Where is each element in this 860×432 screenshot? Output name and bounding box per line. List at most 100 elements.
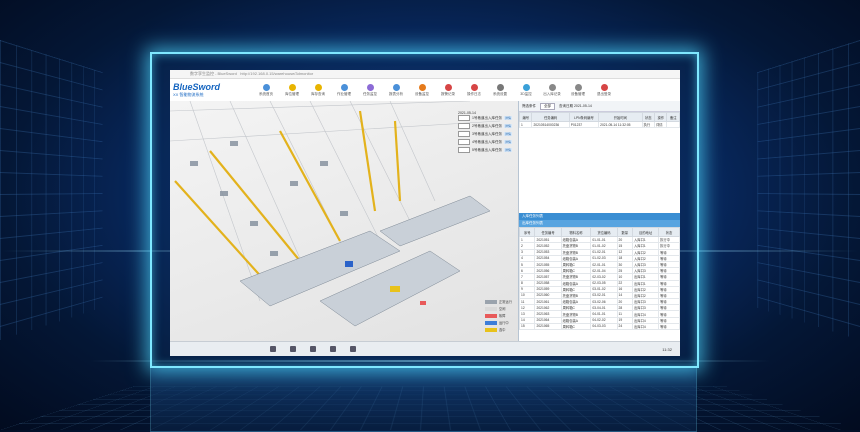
table-cell: 等待 xyxy=(658,322,680,331)
layer-detail-button[interactable]: 详情 xyxy=(503,124,512,128)
table-cell: 2021065 xyxy=(534,322,562,331)
color-legend-item: 选中 xyxy=(484,327,512,332)
column-header[interactable]: 目的地址 xyxy=(631,227,660,238)
task-panel: 筛选条件 全部 查询日期 2021-05-14 编号 任务编码 LPN条码编号 开始时… xyxy=(518,101,680,342)
layer-checkbox[interactable] xyxy=(458,147,471,153)
color-legend-label: 故障 xyxy=(498,314,506,318)
browser-tab[interactable]: 数字孪生监控 - BlueSword xyxy=(190,71,237,76)
nav-item-icon xyxy=(314,83,322,91)
layer-detail-button[interactable]: 详情 xyxy=(503,116,512,120)
column-header[interactable]: 编号 xyxy=(518,112,533,122)
column-header[interactable]: 备注 xyxy=(666,112,680,122)
app-toolbar: BlueSword XX 智能物流系统 系统首页 库位管理 库存查询 作业管理 任务监控… xyxy=(170,79,680,102)
column-header[interactable]: 任务编号 xyxy=(534,227,562,238)
nav-item-label: 库位管理 xyxy=(285,91,299,96)
layer-label: 5号巷道出入库任务 xyxy=(472,147,502,152)
column-header[interactable]: 物料名称 xyxy=(560,227,592,238)
top-task-table: 编号 任务编码 LPN条码编号 开始时间 状态 操作 备注 1 20210514000236 P… xyxy=(518,112,680,129)
layer-item[interactable]: 5号巷道出入库任务 详情 xyxy=(458,147,512,153)
color-legend-label: 空闲 xyxy=(498,307,506,311)
taskbar-clock: 11:32 xyxy=(662,346,672,352)
color-legend-item: 空闲 xyxy=(484,306,512,311)
layer-label: 2号巷道出入库任务 xyxy=(472,123,502,128)
layer-checkbox[interactable] xyxy=(458,139,471,145)
layer-item[interactable]: 3号巷道出入库任务 详情 xyxy=(458,131,512,137)
logo: BlueSword XX 智能物流系统 xyxy=(170,83,253,98)
date-label[interactable]: 查询日期 2021-05-14 xyxy=(559,104,592,109)
table-cell: 04-03-03 xyxy=(590,322,618,331)
browser-url[interactable]: http://192.168.0.15/warehouse/3dmonitor xyxy=(240,71,313,76)
column-header[interactable]: LPN条码编号 xyxy=(568,112,600,122)
layer-checkbox[interactable] xyxy=(458,131,471,137)
column-header[interactable]: 任务编码 xyxy=(531,112,570,122)
column-header[interactable]: 数量 xyxy=(616,227,634,238)
layer-detail-button[interactable]: 详情 xyxy=(503,140,512,144)
color-legend-label: 选中 xyxy=(498,328,506,332)
layer-detail-button[interactable]: 详情 xyxy=(503,132,512,136)
nav-item-icon xyxy=(340,83,348,91)
nav-item[interactable]: 系统设置 xyxy=(487,83,513,97)
nav-item[interactable]: 作业管理 xyxy=(331,83,357,97)
table-cell: 执行 xyxy=(641,120,656,129)
filter-label: 筛选条件 xyxy=(522,103,536,108)
nav-item[interactable]: 设备管理 xyxy=(565,83,591,97)
nav-item-label: 3D监控 xyxy=(520,91,532,96)
nav-item-label: 作业管理 xyxy=(337,91,351,96)
color-swatch xyxy=(484,313,497,318)
nav-item[interactable]: 库位管理 xyxy=(279,83,305,97)
nav-item-icon xyxy=(392,83,400,91)
browser-icon[interactable] xyxy=(330,346,336,352)
nav-item-icon xyxy=(418,83,426,91)
nav-item-icon xyxy=(366,83,374,91)
column-header[interactable]: 序号 xyxy=(518,227,536,238)
nav-bar: 系统首页 库位管理 库存查询 作业管理 任务监控 报表分析 设备监控 报警记录 操作日志 系统设置… xyxy=(253,83,617,97)
nav-item-label: 报警记录 xyxy=(441,91,455,96)
table-cell: 详情 xyxy=(653,120,668,129)
layer-checkbox[interactable] xyxy=(458,115,471,121)
3d-view[interactable]: 2021-05-14 1号巷道出入库任务 详情 2号巷道出入库任务 详情 3号巷道出入库任… xyxy=(170,101,518,342)
column-header[interactable]: 开始时间 xyxy=(598,112,643,122)
nav-item[interactable]: 3D监控 xyxy=(513,83,539,97)
layer-item[interactable]: 1号巷道出入库任务 详情 xyxy=(458,115,512,121)
nav-item-icon xyxy=(262,83,270,91)
app-icon[interactable] xyxy=(350,346,356,352)
layer-item[interactable]: 4号巷道出入库任务 详情 xyxy=(458,139,512,145)
nav-item[interactable]: 报警记录 xyxy=(435,83,461,97)
color-swatch xyxy=(484,306,497,311)
layer-item[interactable]: 2号巷道出入库任务 详情 xyxy=(458,123,512,129)
table-row[interactable]: 15 2021065 周转箱C 04-03-03 24 出库口4 等待 xyxy=(518,322,680,331)
layer-detail-button[interactable]: 详情 xyxy=(503,148,512,152)
nav-item[interactable]: 操作日志 xyxy=(461,83,487,97)
folder-icon[interactable] xyxy=(310,346,316,352)
nav-item-label: 操作日志 xyxy=(467,91,481,96)
column-header[interactable]: 货位编码 xyxy=(590,227,618,238)
nav-item[interactable]: 库存查询 xyxy=(305,83,331,97)
nav-item[interactable]: 任务监控 xyxy=(357,83,383,97)
nav-item[interactable]: 设备监控 xyxy=(409,83,435,97)
nav-item-label: 出入库记录 xyxy=(543,91,561,96)
column-header[interactable]: 操作 xyxy=(653,112,668,122)
nav-item[interactable]: 出入库记录 xyxy=(539,83,565,97)
nav-item-label: 报表分析 xyxy=(389,91,403,96)
fault-marker xyxy=(420,301,426,305)
search-icon[interactable] xyxy=(290,346,296,352)
nav-item[interactable]: 系统首页 xyxy=(253,83,279,97)
filter-select[interactable]: 全部 xyxy=(540,102,555,110)
nav-item[interactable]: 报表分析 xyxy=(383,83,409,97)
column-header[interactable]: 状态 xyxy=(641,112,656,122)
table-cell: 2021-05-14 11:32:05 xyxy=(598,120,643,129)
table-cell: 15 xyxy=(518,322,536,331)
start-icon[interactable] xyxy=(270,346,276,352)
nav-item-label: 任务监控 xyxy=(363,91,377,96)
color-legend-label: 运行中 xyxy=(498,321,509,325)
layer-checkbox[interactable] xyxy=(458,123,471,129)
column-header[interactable]: 状态 xyxy=(658,227,680,238)
color-swatch xyxy=(484,327,497,332)
table-row[interactable]: 1 20210514000236 P01237 2021-05-14 11:32:05… xyxy=(518,120,680,129)
table-cell: 1 xyxy=(518,120,533,129)
nav-item[interactable]: 退出登录 xyxy=(591,83,617,97)
nav-item-label: 设备管理 xyxy=(571,91,585,96)
nav-item-label: 设备监控 xyxy=(415,91,429,96)
status-color-legend: 正常运行 空闲 故障 运行中 选中 xyxy=(484,299,512,334)
os-taskbar: 11:32 xyxy=(170,341,680,356)
